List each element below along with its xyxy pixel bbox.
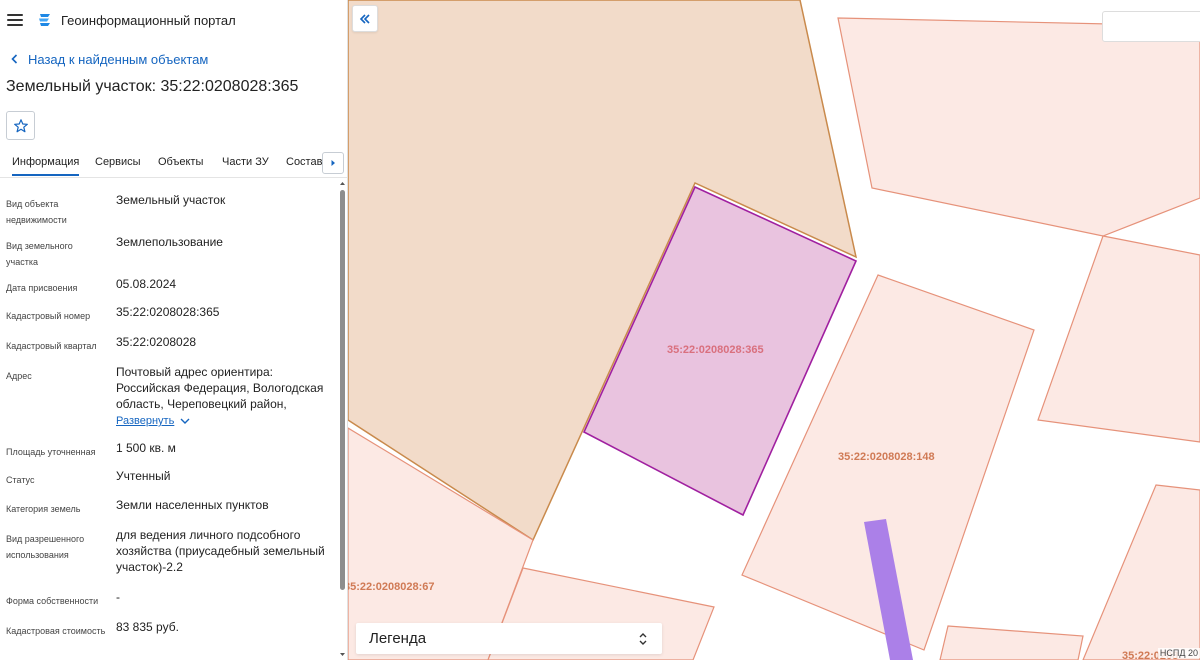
property-value: 35:22:0208028 <box>116 335 197 349</box>
chevron-left-icon <box>11 54 18 64</box>
scrollbar-thumb[interactable] <box>340 190 345 590</box>
parcel-bottom-right <box>1082 484 1200 660</box>
scroll-up-arrow-icon[interactable] <box>339 180 346 187</box>
legend-dropdown[interactable]: Легенда <box>356 623 662 654</box>
favorite-button[interactable] <box>6 111 35 140</box>
property-value: Землепользование <box>116 235 223 249</box>
tab-information[interactable]: Информация <box>12 156 80 176</box>
property-label: Статус <box>6 475 35 485</box>
parcel-bottom-center <box>939 625 1084 660</box>
property-value: Земли населенных пунктов <box>116 498 269 512</box>
property-value: Почтовый адрес ориентира: Российская Фед… <box>116 365 324 411</box>
chevron-up-down-icon <box>639 632 647 645</box>
expand-label: Развернуть <box>116 415 175 427</box>
tab-bar: Информация Сервисы Объекты Части ЗУ Сост… <box>0 150 347 178</box>
parcel-label-148[interactable]: 35:22:0208028:148 <box>838 451 935 463</box>
property-label: Вид объекта недвижимости <box>6 199 67 225</box>
info-panel: Геоинформационный портал Назад к найденн… <box>0 0 348 660</box>
property-label: Кадастровый номер <box>6 311 91 321</box>
property-value: для ведения личного подсобного хозяйства… <box>116 528 325 574</box>
property-value: - <box>116 590 120 604</box>
property-label: Кадастровая стоимость <box>6 626 106 636</box>
property-label: Дата присвоения <box>6 283 78 293</box>
property-label: Вид разрешенного использования <box>6 534 85 560</box>
double-chevron-left-icon <box>359 13 370 24</box>
parcel-label-67[interactable]: 35:22:0208028:67 <box>348 581 435 593</box>
parcel-top-right <box>837 17 1200 237</box>
property-label: Вид земельного участка <box>6 241 73 267</box>
property-value: Учтенный <box>116 469 171 483</box>
property-value: 83 835 руб. <box>116 620 179 634</box>
back-link-label: Назад к найденным объектам <box>28 51 209 67</box>
property-value: 05.08.2024 <box>116 277 177 291</box>
back-to-results-link[interactable]: Назад к найденным объектам <box>0 49 347 69</box>
map-attribution: НСПД 20 <box>1157 648 1200 658</box>
app-title: Геоинформационный портал <box>61 12 236 28</box>
scroll-down-arrow-icon[interactable] <box>339 651 346 658</box>
property-label: Форма собственности <box>6 596 99 606</box>
object-title: Земельный участок: 35:22:0208028:365 <box>6 78 299 95</box>
expand-address-link[interactable]: Развернуть <box>116 413 192 429</box>
tab-services[interactable]: Сервисы <box>95 156 141 168</box>
property-value: 35:22:0208028:365 <box>116 305 220 319</box>
chevron-down-icon <box>180 418 190 424</box>
star-icon <box>13 118 28 132</box>
app-header: Геоинформационный портал <box>0 0 347 40</box>
tab-composition[interactable]: Состав <box>286 156 322 168</box>
collapse-panel-button[interactable] <box>352 5 378 32</box>
map-canvas[interactable] <box>348 0 1200 660</box>
map-view[interactable]: 35:22:0208028:365 35:22:0208028:148 35:2… <box>348 0 1200 660</box>
map-search-box[interactable] <box>1102 11 1200 42</box>
property-label: Площадь уточненная <box>6 447 96 457</box>
caret-right-icon <box>331 160 335 166</box>
address-value-block: Почтовый адрес ориентира: Российская Фед… <box>116 364 332 429</box>
legend-label: Легенда <box>369 630 427 647</box>
parcel-right <box>1037 235 1200 443</box>
portal-logo-icon <box>39 14 50 26</box>
parcel-label-365[interactable]: 35:22:0208028:365 <box>667 344 764 356</box>
hamburger-menu-icon[interactable] <box>7 14 23 26</box>
property-label: Категория земель <box>6 504 81 514</box>
tab-parcel-parts[interactable]: Части ЗУ <box>222 156 269 168</box>
property-value: Земельный участок <box>116 193 226 207</box>
property-label: Кадастровый квартал <box>6 341 97 351</box>
property-label: Адрес <box>6 371 32 381</box>
property-value: 1 500 кв. м <box>116 441 176 455</box>
tabs-scroll-right-button[interactable] <box>322 152 344 174</box>
tab-objects[interactable]: Объекты <box>158 156 203 168</box>
panel-scrollbar[interactable] <box>338 180 347 660</box>
